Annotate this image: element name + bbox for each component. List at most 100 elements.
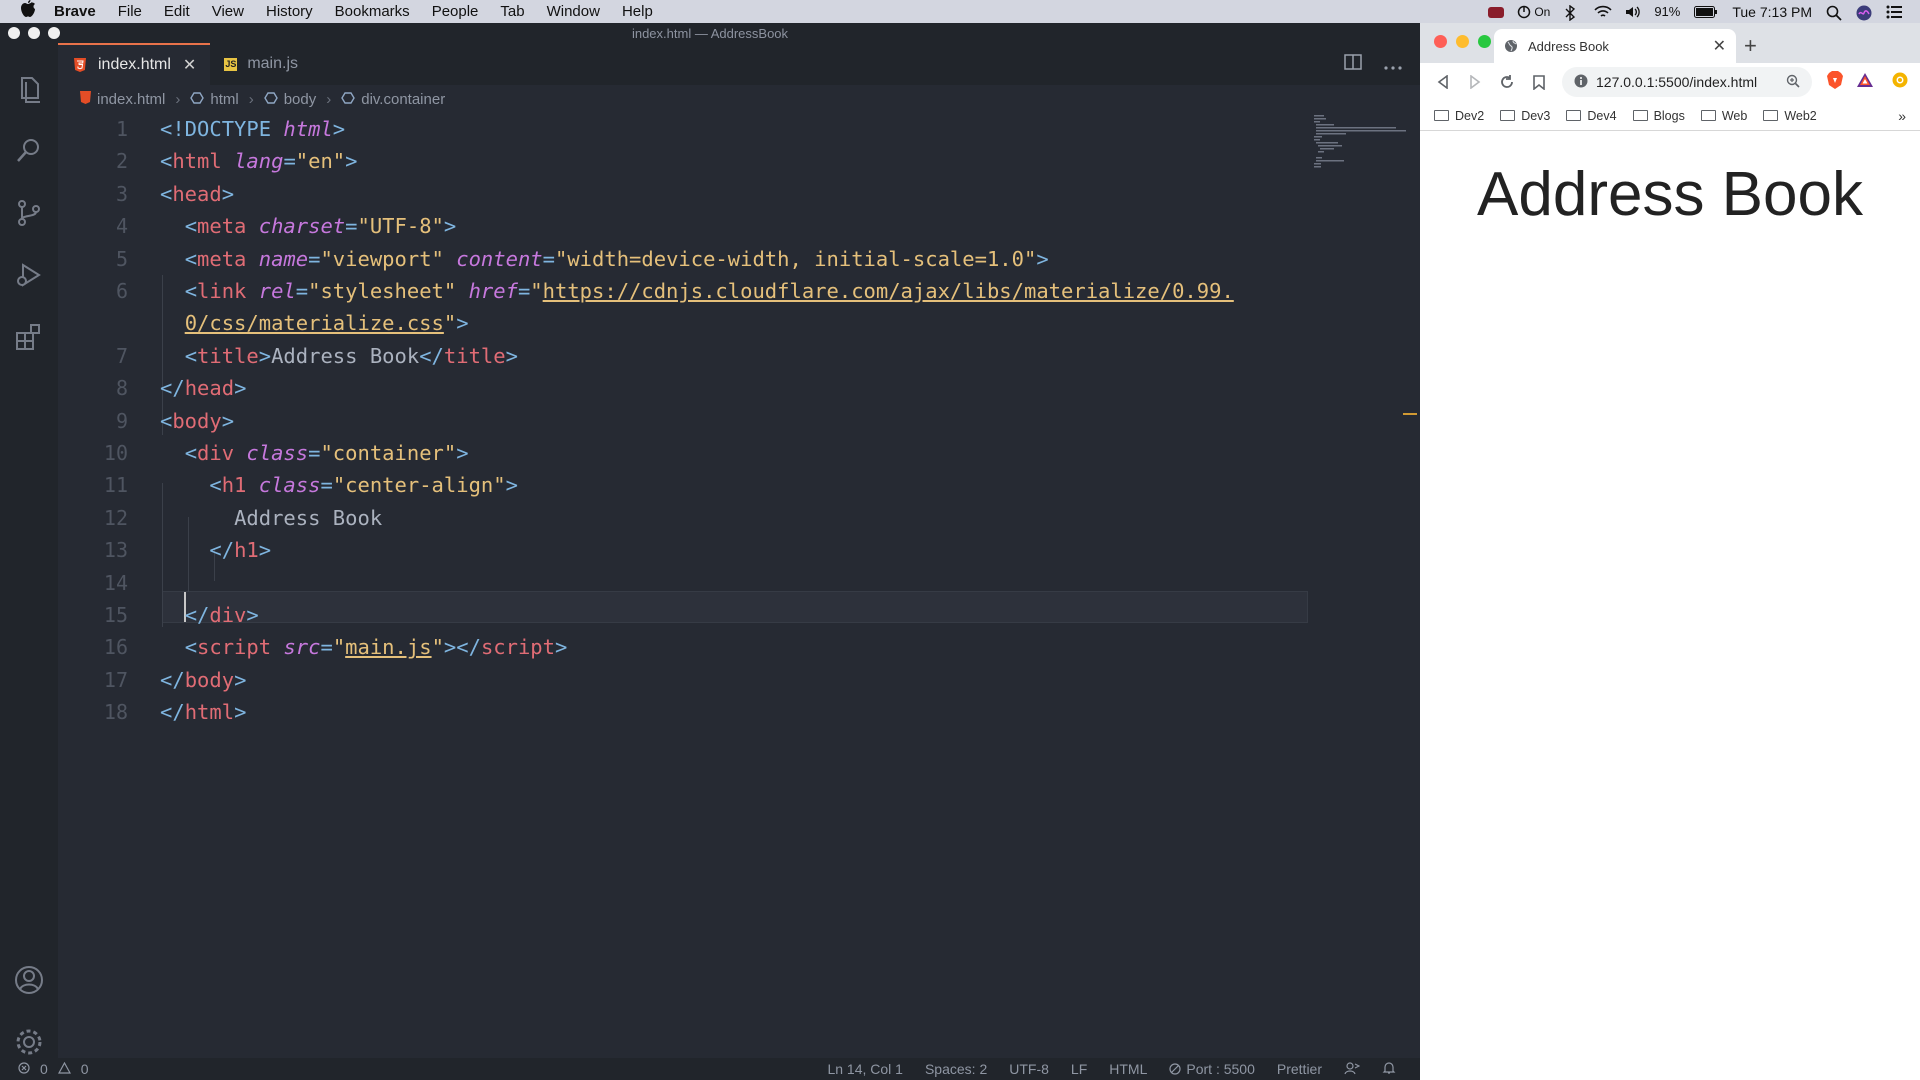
search-icon[interactable] (13, 135, 45, 167)
error-count: 0 (40, 1061, 48, 1077)
siri-icon[interactable] (1856, 5, 1872, 20)
apple-icon[interactable] (20, 0, 38, 23)
explorer-icon[interactable] (13, 73, 45, 105)
vpn-status[interactable]: On (1517, 5, 1550, 19)
breadcrumb-div-container[interactable]: div.container (341, 91, 445, 108)
run-debug-icon[interactable] (13, 259, 45, 291)
code-token: html (283, 117, 333, 141)
activity-bar (0, 43, 58, 1058)
menu-edit[interactable]: Edit (164, 3, 190, 20)
code-token: title (443, 343, 506, 368)
code-token: script (480, 635, 555, 660)
forward-icon[interactable] (1466, 73, 1484, 91)
menu-history[interactable]: History (266, 3, 313, 20)
more-bookmarks-icon[interactable]: » (1898, 108, 1906, 124)
current-line-highlight (162, 591, 1308, 623)
bookmark-icon[interactable] (1530, 73, 1548, 91)
language-mode[interactable]: HTML (1109, 1061, 1147, 1077)
extensions-icon[interactable] (13, 321, 45, 353)
close-window-button[interactable] (1434, 35, 1447, 48)
close-tab-icon[interactable]: ✕ (1713, 36, 1726, 56)
bookmark-folder-dev2[interactable]: Dev2 (1434, 109, 1484, 123)
minimap[interactable] (1308, 113, 1408, 183)
clock[interactable]: Tue 7:13 PM (1732, 4, 1812, 20)
reload-icon[interactable] (1498, 73, 1516, 91)
block-icon (1169, 1063, 1181, 1075)
code-token: " (443, 311, 457, 336)
bookmark-folder-web[interactable]: Web (1700, 109, 1747, 123)
accounts-icon[interactable] (13, 964, 45, 996)
folder-icon (1632, 110, 1648, 121)
zoom-icon[interactable] (1786, 74, 1800, 91)
tab-label: index.html (98, 56, 171, 73)
menu-file[interactable]: File (118, 3, 142, 20)
line-ending[interactable]: LF (1071, 1061, 1087, 1077)
code-token: Address Book (271, 343, 420, 368)
menu-view[interactable]: View (212, 3, 244, 20)
brave-rewards-icon[interactable] (1856, 72, 1874, 92)
bluetooth-icon[interactable] (1564, 4, 1580, 21)
code-token: div (197, 441, 235, 465)
record-icon[interactable] (1487, 5, 1505, 19)
cursor-position[interactable]: Ln 14, Col 1 (827, 1061, 903, 1077)
bookmark-folder-dev3[interactable]: Dev3 (1500, 109, 1550, 123)
element-icon (341, 91, 356, 108)
gear-icon[interactable] (13, 1026, 45, 1058)
menu-people[interactable]: People (432, 3, 479, 20)
menu-help[interactable]: Help (622, 3, 653, 20)
code-editor[interactable]: 1 <!DOCTYPE html> 2 <html lang="en"> 3 <hea… (58, 113, 1308, 1033)
bookmark-folder-blogs[interactable]: Blogs (1632, 108, 1685, 123)
line-number: 9 (115, 408, 128, 433)
tab-index-html[interactable]: index.html ✕ (58, 43, 211, 85)
code-link[interactable]: main.js (345, 635, 431, 659)
file-encoding[interactable]: UTF-8 (1009, 1061, 1049, 1077)
notification-bell-icon[interactable] (1382, 1061, 1396, 1078)
notification-center-icon[interactable] (1886, 5, 1902, 19)
code-token: src (283, 635, 321, 660)
bookmark-label: Blogs (1653, 108, 1685, 123)
breadcrumb-div-label: div.container (361, 90, 446, 108)
address-bar[interactable]: 127.0.0.1:5500/index.html (1562, 67, 1812, 97)
menu-window[interactable]: Window (547, 3, 600, 20)
formatter-status[interactable]: Prettier (1277, 1061, 1322, 1077)
breadcrumb-file[interactable]: index.html (80, 90, 165, 108)
more-actions-icon[interactable] (1384, 54, 1402, 75)
back-icon[interactable] (1434, 73, 1452, 91)
zoom-window-button[interactable] (1478, 35, 1491, 48)
new-tab-button[interactable]: + (1744, 33, 1757, 59)
code-token: html (184, 700, 235, 725)
element-icon (263, 91, 278, 108)
power-icon (1518, 5, 1531, 18)
menu-app-name[interactable]: Brave (54, 3, 96, 20)
live-server-status[interactable]: Port : 5500 (1169, 1061, 1255, 1077)
extension-icon[interactable] (1892, 72, 1908, 92)
menu-tab[interactable]: Tab (500, 3, 524, 20)
indentation[interactable]: Spaces: 2 (925, 1061, 987, 1077)
info-icon[interactable] (1574, 74, 1588, 91)
minimize-window-button[interactable] (1456, 35, 1469, 48)
wifi-icon[interactable] (1594, 5, 1612, 19)
window-title: index.html — AddressBook (631, 25, 789, 41)
page-heading: Address Book (1477, 160, 1863, 229)
volume-icon[interactable] (1624, 5, 1641, 19)
source-control-icon[interactable] (13, 197, 45, 229)
bookmark-folder-web2[interactable]: Web2 (1763, 109, 1817, 123)
battery-icon[interactable] (1694, 5, 1718, 19)
bookmark-folder-dev4[interactable]: Dev4 (1566, 109, 1617, 123)
menu-bookmarks[interactable]: Bookmarks (335, 3, 410, 20)
status-problems[interactable]: 0 0 (18, 1061, 89, 1077)
code-link[interactable]: https://cdnjs.cloudflare.com/ajax/libs/m… (543, 279, 1234, 303)
code-link[interactable]: 0/css/materialize.css (185, 311, 444, 335)
split-editor-icon[interactable] (1344, 53, 1362, 75)
close-icon[interactable]: ✕ (183, 55, 196, 75)
live-share-icon[interactable] (1344, 1061, 1361, 1078)
breadcrumb-body[interactable]: body (263, 91, 316, 108)
brave-shields-icon[interactable] (1826, 70, 1844, 94)
browser-tab-address-book[interactable]: Address Book ✕ (1494, 29, 1736, 63)
line-number: 17 (103, 667, 128, 692)
code-token: "en" (295, 149, 346, 174)
breadcrumb-html[interactable]: html (190, 91, 239, 108)
spotlight-search-icon[interactable] (1826, 5, 1842, 21)
tab-main-js[interactable]: JS main.js (210, 43, 312, 85)
code-token: head (172, 181, 222, 206)
